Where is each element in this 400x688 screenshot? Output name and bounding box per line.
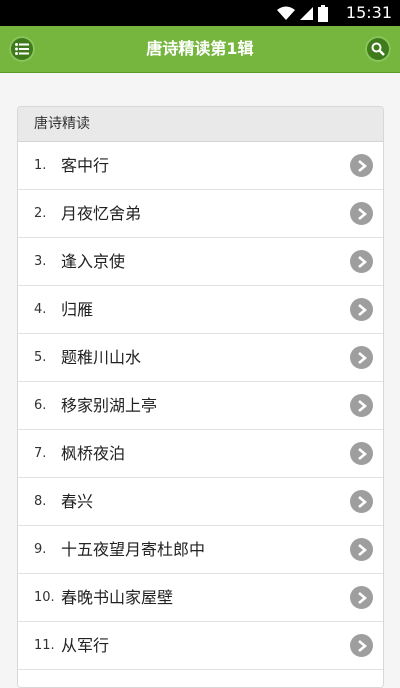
poem-list-panel: 唐诗精读 1. 客中行 2. 月夜忆舍弟 3. 逢入京使 4. 归雁 5. 题稚… [17,106,384,688]
list-item[interactable]: 11. 从军行 [18,622,383,670]
item-title: 逢入京使 [61,252,126,271]
list-item[interactable]: 12. [18,670,383,687]
item-title: 春晚书山家屋壁 [61,588,174,607]
chevron-right-icon[interactable] [350,202,373,225]
item-title: 移家别湖上亭 [61,396,158,415]
item-number: 10. [34,590,55,605]
item-number: 5. [34,350,47,365]
list-item[interactable]: 5. 题稚川山水 [18,334,383,382]
chevron-right-icon[interactable] [350,634,373,657]
item-number: 7. [34,446,47,461]
list-item[interactable]: 1. 客中行 [18,142,383,190]
item-number: 8. [34,494,47,509]
list-item[interactable]: 3. 逢入京使 [18,238,383,286]
item-number: 6. [34,398,47,413]
search-icon [371,42,385,56]
list-item[interactable]: 2. 月夜忆舍弟 [18,190,383,238]
item-number: 1. [34,158,47,173]
status-icons [276,4,328,22]
list-item[interactable]: 6. 移家别湖上亭 [18,382,383,430]
item-title: 十五夜望月寄杜郎中 [61,540,206,559]
item-number: 2. [34,206,47,221]
item-number: 9. [34,542,47,557]
chevron-right-icon[interactable] [350,298,373,321]
chevron-right-icon[interactable] [350,250,373,273]
list-item[interactable]: 9. 十五夜望月寄杜郎中 [18,526,383,574]
wifi-icon [277,6,295,20]
chevron-right-icon[interactable] [350,154,373,177]
page-title: 唐诗精读第1辑 [146,39,254,58]
item-title: 归雁 [61,300,94,319]
app-bar: 唐诗精读第1辑 [0,26,400,73]
status-bar: 15:31 [0,0,400,26]
chevron-right-icon[interactable] [350,538,373,561]
list-item[interactable]: 4. 归雁 [18,286,383,334]
item-title: 客中行 [61,156,110,175]
item-title: 从军行 [61,636,110,655]
search-button[interactable] [365,36,391,62]
list-item[interactable]: 7. 枫桥夜泊 [18,430,383,478]
chevron-right-icon[interactable] [350,346,373,369]
item-number: 4. [34,302,47,317]
item-title: 枫桥夜泊 [61,444,126,463]
chevron-right-icon[interactable] [350,490,373,513]
list-item[interactable]: 10. 春晚书山家屋壁 [18,574,383,622]
item-number: 11. [34,638,55,653]
list-item[interactable]: 8. 春兴 [18,478,383,526]
item-title: 题稚川山水 [61,348,142,367]
chevron-right-icon[interactable] [350,586,373,609]
clock-text: 15:31 [345,3,392,22]
item-number: 12. [34,670,55,687]
item-title: 月夜忆舍弟 [61,204,142,223]
chevron-right-icon[interactable] [350,394,373,417]
item-title: 春兴 [61,492,94,511]
battery-icon [318,4,328,22]
signal-icon [300,7,313,20]
item-number: 3. [34,254,47,269]
chevron-right-icon[interactable] [350,442,373,465]
panel-header: 唐诗精读 [18,107,383,142]
